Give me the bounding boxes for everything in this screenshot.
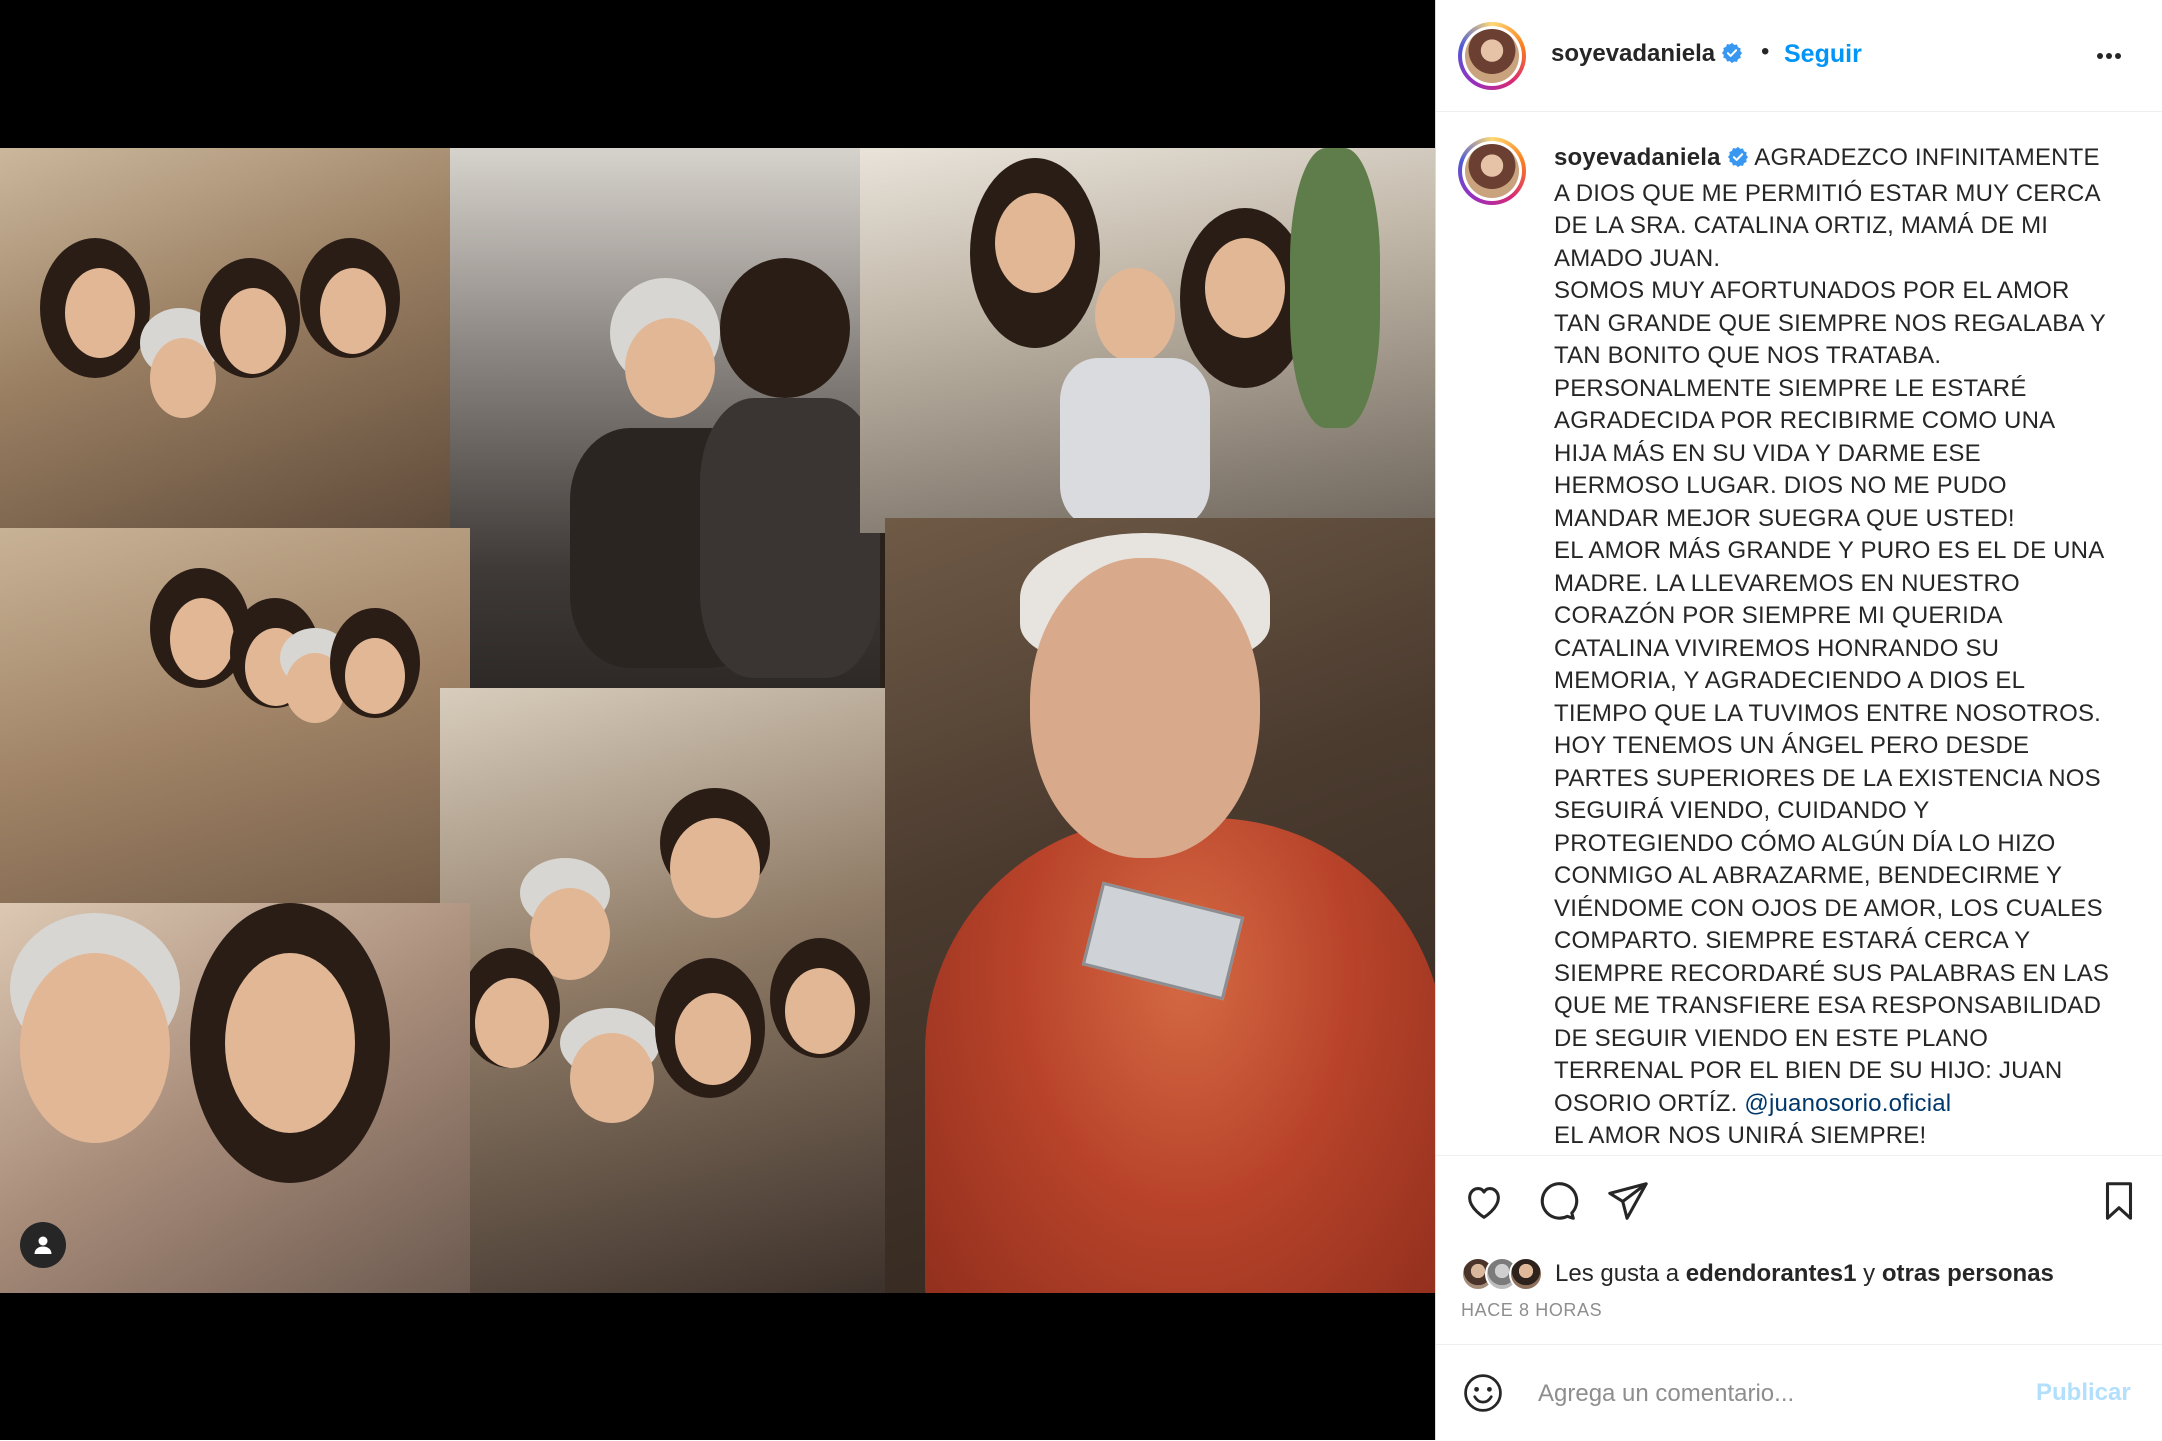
- username-link[interactable]: soyevadaniela: [1551, 40, 1743, 71]
- heart-icon[interactable]: [1461, 1178, 1507, 1224]
- likes-connector: y: [1863, 1260, 1876, 1287]
- likes-text: Les gusta a edendorantes1 y otras person…: [1555, 1260, 2054, 1288]
- avatar[interactable]: [1458, 22, 1526, 90]
- emoji-icon[interactable]: [1461, 1371, 1505, 1415]
- post-side-panel: soyevadaniela • Seguir soyevadaniela AGR…: [1435, 0, 2162, 1440]
- caption-section: soyevadaniela AGRADEZCO INFINITAMENTE A …: [1436, 112, 2162, 1152]
- username-text: soyevadaniela: [1551, 40, 1716, 67]
- caption-closing-line: EL AMOR NOS UNIRÁ SIEMPRE!: [1554, 1122, 1927, 1149]
- grandmother-sofa-photo: [450, 148, 880, 708]
- comment-icon[interactable]: [1533, 1178, 1579, 1224]
- likes-prefix: Les gusta a: [1555, 1260, 1680, 1287]
- photo-collage: [0, 148, 1435, 1293]
- bookmark-icon[interactable]: [2096, 1178, 2142, 1224]
- caption-avatar[interactable]: [1458, 137, 1526, 205]
- grandmother-red-shawl-portrait: [885, 518, 1435, 1293]
- more-options-icon[interactable]: [2091, 38, 2127, 74]
- family-photo-sofa: [0, 148, 470, 528]
- paper-plane-icon[interactable]: [1605, 1178, 1651, 1224]
- action-bar: [1436, 1155, 2162, 1241]
- verified-badge-icon: [1721, 42, 1743, 71]
- follow-button[interactable]: Seguir: [1784, 40, 1862, 69]
- post-media[interactable]: [0, 0, 1435, 1440]
- caption-text: soyevadaniela AGRADEZCO INFINITAMENTE A …: [1554, 142, 2134, 1152]
- likes-summary[interactable]: Les gusta a edendorantes1 y otras person…: [1461, 1252, 2054, 1296]
- post-header: soyevadaniela • Seguir: [1436, 0, 2162, 112]
- mention-link[interactable]: @juanosorio.oficial: [1744, 1090, 1951, 1117]
- publish-button[interactable]: Publicar: [2036, 1379, 2131, 1407]
- separator-dot: •: [1761, 38, 1770, 65]
- family-dinner-photo: [440, 688, 910, 1293]
- verified-badge-icon: [1727, 145, 1749, 178]
- liker-avatar: [1509, 1257, 1543, 1291]
- comment-input[interactable]: [1536, 1371, 2020, 1417]
- selfie-photo: [0, 903, 470, 1293]
- caption-username[interactable]: soyevadaniela: [1554, 144, 1721, 171]
- liker-username-link[interactable]: edendorantes1: [1686, 1260, 1857, 1287]
- user-tag-icon[interactable]: [20, 1222, 66, 1268]
- instagram-post: soyevadaniela • Seguir soyevadaniela AGR…: [0, 0, 2162, 1440]
- caption-body: AGRADEZCO INFINITAMENTE A DIOS QUE ME PE…: [1554, 144, 2110, 1117]
- grandmother-wheelchair-photo: [860, 148, 1435, 533]
- post-timestamp[interactable]: HACE 8 HORAS: [1461, 1300, 1602, 1321]
- add-comment-row: Publicar: [1436, 1344, 2162, 1441]
- other-likers-link[interactable]: otras personas: [1882, 1260, 2054, 1287]
